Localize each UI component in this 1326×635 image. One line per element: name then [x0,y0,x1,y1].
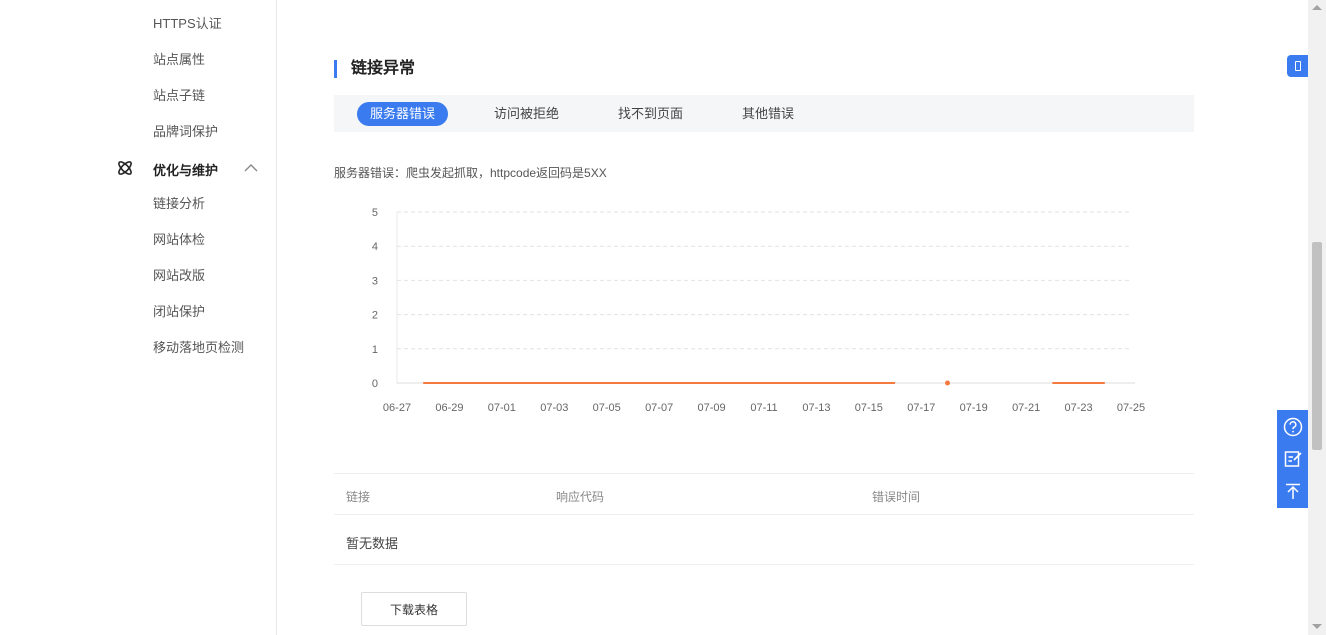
side-panel-tab[interactable] [1287,55,1308,77]
error-table: 链接 响应代码 错误时间 暂无数据 [334,473,1194,565]
sidebar-item-site-closure[interactable]: 闭站保护 [153,304,205,320]
sidebar-item-site-sublinks[interactable]: 站点子链 [153,88,205,104]
x-tick-label: 07-03 [540,402,568,414]
sidebar-group-label: 优化与维护 [153,163,219,178]
sidebar: HTTPS认证 站点属性 站点子链 品牌词保护 优化与维护 链接分析 网站体检 … [0,0,277,635]
sidebar-group-optimization[interactable]: 优化与维护 [115,158,265,178]
question-icon [1283,417,1303,437]
x-tick-label: 07-09 [698,402,726,414]
chevron-up-icon[interactable] [243,161,259,175]
x-tick-label: 06-29 [435,402,463,414]
empty-state-text: 暂无数据 [346,536,399,551]
x-tick-label: 07-01 [488,402,516,414]
feedback-icon [1284,451,1302,467]
column-header-error-time: 错误时间 [872,490,921,504]
download-table-button[interactable]: 下载表格 [361,592,467,626]
main-content: 链接异常 服务器错误 访问被拒绝 找不到页面 其他错误 服务器错误：爬虫发起抓取… [277,0,1307,635]
x-tick-label: 07-25 [1117,402,1145,414]
back-to-top-button[interactable] [1277,475,1309,507]
x-tick-label: 07-07 [645,402,673,414]
y-tick-label: 1 [372,344,378,356]
column-header-response-code: 响应代码 [556,490,605,504]
x-tick-label: 07-19 [960,402,988,414]
table-header: 链接 响应代码 错误时间 [334,473,1194,515]
tab-access-denied[interactable]: 访问被拒绝 [481,102,572,126]
data-point [945,380,950,386]
floating-toolbar [1277,410,1309,508]
sidebar-item-brand-protection[interactable]: 品牌词保护 [153,124,218,140]
x-tick-label: 06-27 [383,402,411,414]
sidebar-item-site-revision[interactable]: 网站改版 [153,268,205,284]
tab-page-not-found[interactable]: 找不到页面 [605,102,696,126]
scroll-down-arrow[interactable] [1312,624,1322,629]
x-tick-label: 07-17 [907,402,935,414]
feedback-button[interactable] [1277,443,1309,475]
x-tick-label: 07-05 [593,402,621,414]
panel-icon [1295,61,1301,71]
sidebar-item-link-analysis[interactable]: 链接分析 [153,196,205,212]
column-header-link: 链接 [346,490,371,504]
x-tick-label: 07-21 [1012,402,1040,414]
help-button[interactable] [1277,411,1309,443]
x-tick-label: 07-13 [802,402,830,414]
y-tick-label: 2 [372,310,378,322]
vertical-scrollbar[interactable] [1308,0,1326,635]
y-tick-label: 5 [372,207,378,219]
x-tick-label: 07-11 [750,402,777,414]
sidebar-item-site-attributes[interactable]: 站点属性 [153,52,205,68]
sidebar-item-site-check[interactable]: 网站体检 [153,232,205,248]
scroll-up-arrow[interactable] [1312,5,1322,10]
x-tick-label: 07-23 [1065,402,1093,414]
y-tick-label: 0 [372,378,378,390]
y-tick-label: 3 [372,275,378,287]
error-description: 服务器错误：爬虫发起抓取，httpcode返回码是5XX [334,166,607,180]
back-to-top-icon [1286,483,1300,499]
sidebar-item-https[interactable]: HTTPS认证 [153,16,222,32]
error-type-tabs: 服务器错误 访问被拒绝 找不到页面 其他错误 [334,95,1194,132]
error-trend-chart: 0 1 2 3 4 5 06-27 06-29 07-01 07-03 07-05 07-07 07-0… [372,207,1145,414]
table-row: 暂无数据 [334,515,1194,565]
tab-other-errors[interactable]: 其他错误 [729,102,807,126]
y-tick-label: 4 [372,241,378,253]
section-title: 链接异常 [334,60,415,78]
scrollbar-thumb[interactable] [1312,242,1322,450]
sidebar-item-mobile-landing-check[interactable]: 移动落地页检测 [153,340,244,356]
tab-server-error[interactable]: 服务器错误 [357,102,449,126]
atom-icon [118,161,132,175]
x-tick-label: 07-15 [855,402,883,414]
